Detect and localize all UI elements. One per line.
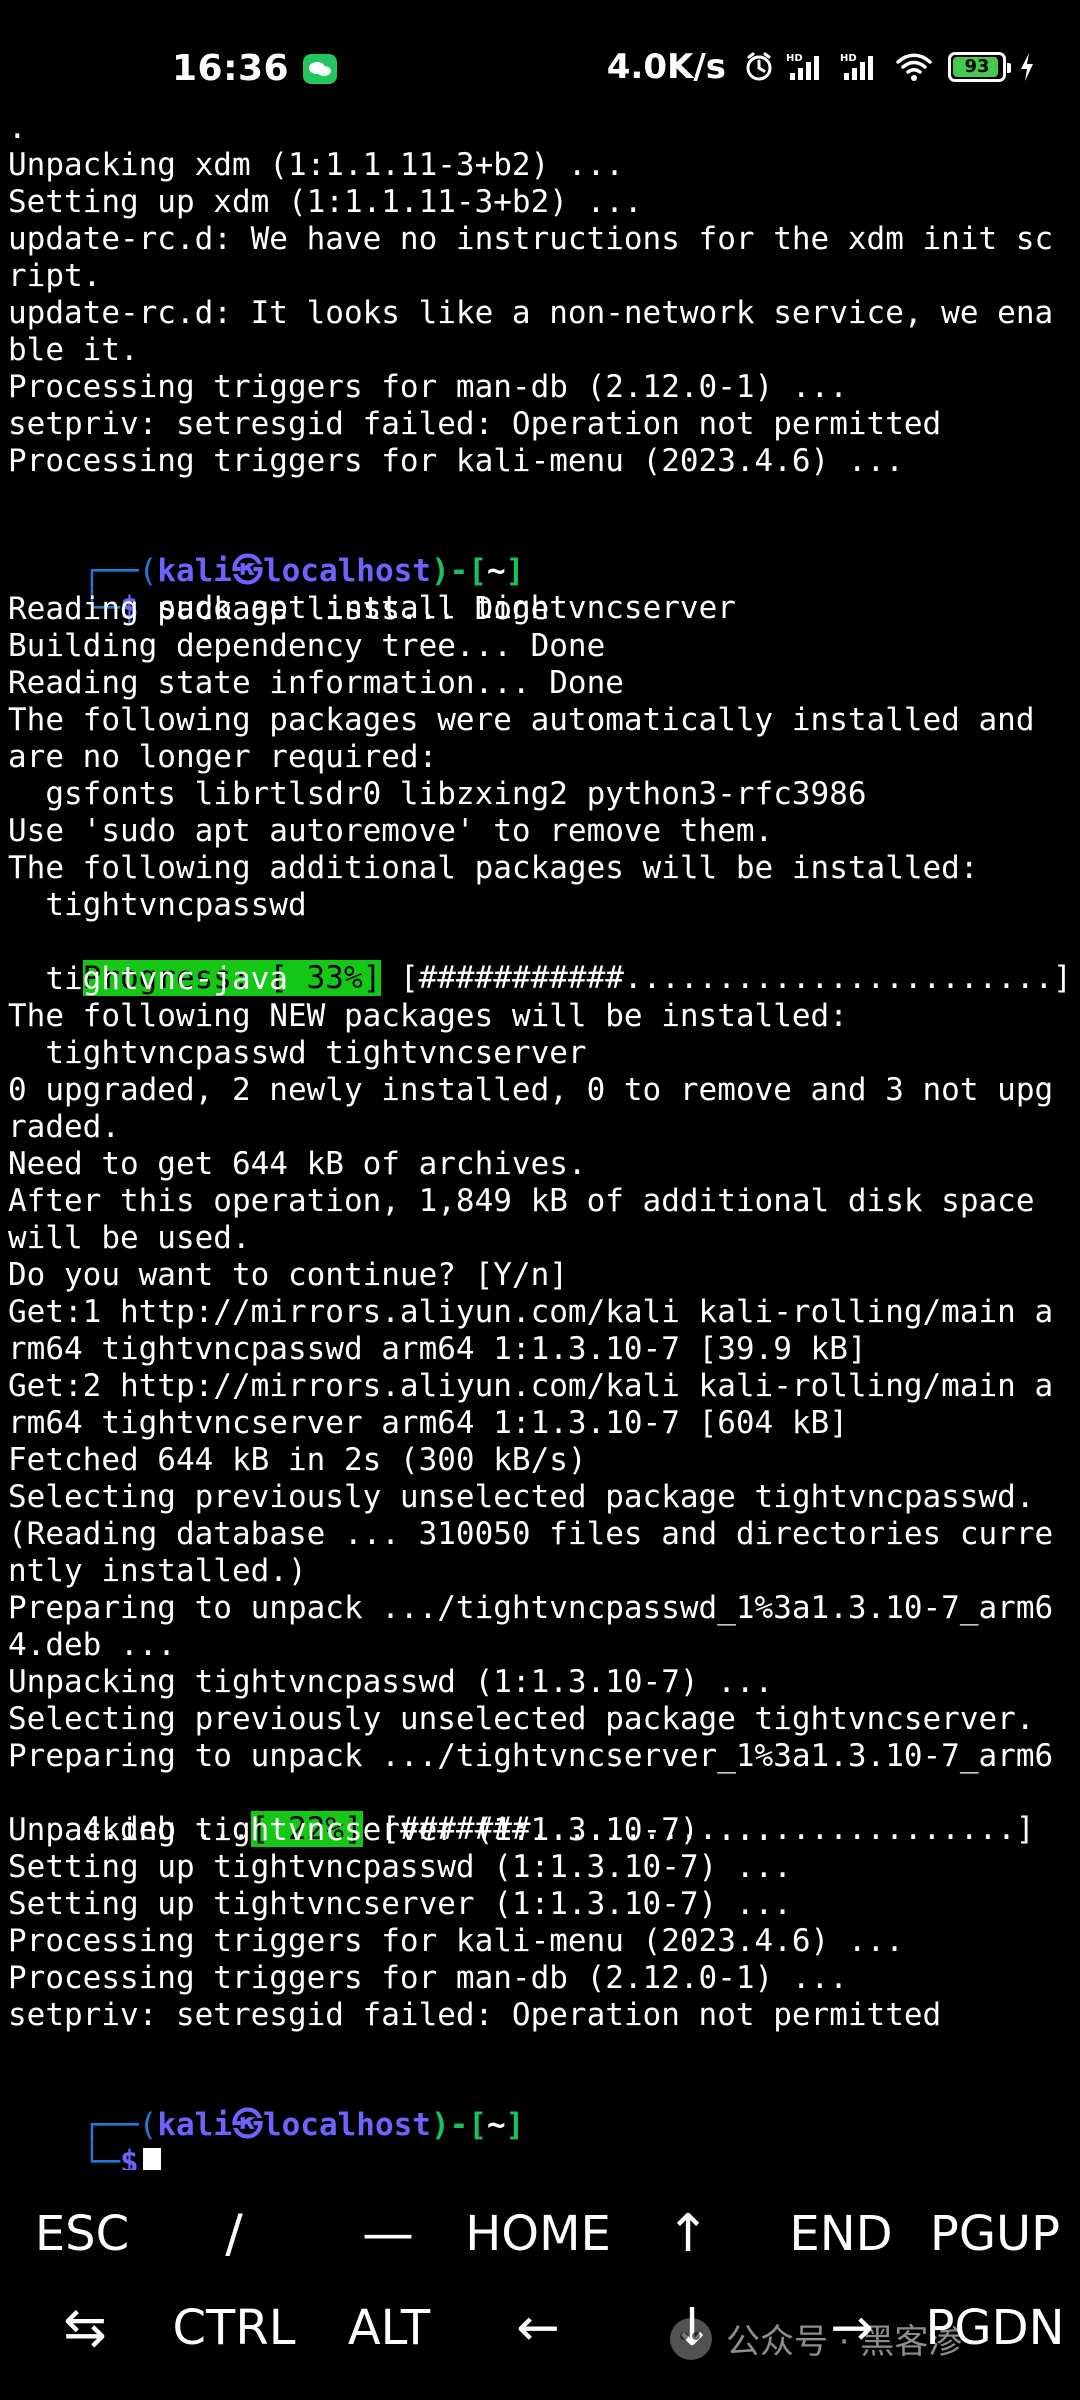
prompt-line: ┌──(kali㉿localhost)-[~] [8,2071,525,2143]
terminal-line: tightvncpasswd tightvncserver [8,1035,587,1071]
arrow-up-key[interactable]: ↑ [648,2202,728,2266]
alarm-icon [746,52,772,81]
terminal-line: The following additional packages will b… [8,850,979,886]
terminal-line: are no longer required: [8,739,438,775]
terminal-line: gsfonts librtlsdr0 libzxing2 python3-rfc… [8,776,867,812]
terminal-line: Setting up xdm (1:1.1.11-3+b2) ... [8,184,643,220]
terminal-line: Reading state information... Done [8,665,624,701]
wechat-icon [303,53,338,84]
status-bar: 16:36 4.0K/s HD HD 93 [0,0,1080,118]
esc-key[interactable]: ESC [22,2202,142,2266]
signal-hd-icon: HD [840,53,873,80]
command-line: └─$ sudo apt install tightvncserver [8,554,736,626]
ctrl-key[interactable]: CTRL [164,2296,304,2360]
terminal-line: After this operation, 1,849 kB of additi… [8,1183,1035,1219]
arrow-right-key[interactable]: → [812,2296,892,2360]
terminal-line: Get:2 http://mirrors.aliyun.com/kali kal… [8,1368,1054,1404]
terminal-line: raded. [8,1109,120,1145]
terminal-line: tightvnc-java [8,961,288,997]
terminal-line: Unpacking tightvncserver (1:1.3.10-7) ..… [8,1812,774,1848]
pgup-key[interactable]: PGUP [920,2202,1070,2266]
battery-icon: 93 [948,52,1011,82]
alt-key[interactable]: ALT [334,2296,444,2360]
terminal-line: Unpacking xdm (1:1.1.11-3+b2) ... [8,147,624,183]
prompt-dollar: $ [119,2144,139,2170]
text-cursor[interactable] [142,2147,161,2170]
terminal-line: Processing triggers for man-db (2.12.0-1… [8,1960,848,1996]
wifi-icon [896,53,932,81]
prompt-line: ┌──(kali㉿localhost)-[~] [8,517,525,589]
terminal-line: Unpacking tightvncpasswd (1:1.3.10-7) ..… [8,1664,774,1700]
status-time: 16:36 [172,48,290,89]
dash-key[interactable]: — [340,2202,436,2266]
end-key[interactable]: END [776,2202,906,2266]
terminal-output[interactable]: . Unpacking xdm (1:1.1.11-3+b2) ... Sett… [8,110,1072,2170]
prompt-bracket: )-[ [430,2107,487,2143]
terminal-line: (Reading database ... 310050 files and d… [8,1516,1054,1552]
terminal-line: Processing triggers for kali-menu (2023.… [8,443,904,479]
arrow-down-key[interactable]: ↓ [652,2296,732,2360]
terminal-line: ript. [8,258,102,294]
terminal-line: ntly installed.) [8,1553,307,1589]
terminal-line: Processing triggers for man-db (2.12.0-1… [8,369,848,405]
prompt-user: kali㉿localhost [157,2107,431,2143]
terminal-line: The following NEW packages will be insta… [8,998,848,1034]
status-left: 16:36 [172,48,338,89]
terminal-line: Preparing to unpack .../tightvncpasswd_1… [8,1590,1054,1626]
terminal-line: Building dependency tree... Done [8,628,606,664]
svg-text:HD: HD [786,53,803,64]
terminal-line: update-rc.d: It looks like a non-network… [8,295,1054,331]
home-key[interactable]: HOME [458,2202,618,2266]
status-right: 4.0K/s HD HD 93 [607,47,1036,87]
progress-line: Progress: [ 33%] [###########...........… [8,924,1072,996]
active-command-line[interactable]: └─$ [8,2108,161,2170]
charging-icon [1021,53,1033,81]
slash-key[interactable]: / [194,2202,274,2266]
battery-level: 93 [964,56,990,77]
terminal-line: Setting up tightvncpasswd (1:1.3.10-7) .… [8,1849,792,1885]
terminal-line: Use 'sudo apt autoremove' to remove them… [8,813,774,849]
terminal-line: will be used. [8,1220,251,1256]
terminal-line: . [8,110,27,146]
terminal-line: Fetched 644 kB in 2s (300 kB/s) [8,1442,587,1478]
tab-key[interactable]: ⇆ [40,2296,130,2360]
terminal-line: The following packages were automaticall… [8,702,1035,738]
terminal-line: Do you want to continue? [Y/n] [8,1257,568,1293]
progress-bar-text: [###########.......................] [381,960,1072,996]
terminal-line: Setting up tightvncserver (1:1.3.10-7) .… [8,1886,792,1922]
terminal-line: Reading package lists... Done [8,591,550,627]
pgdn-key[interactable]: PGDN [920,2296,1070,2360]
prompt-bracket-end: ] [505,2107,525,2143]
terminal-line: tightvncpasswd [8,887,307,923]
terminal-line: Processing triggers for kali-menu (2023.… [8,1923,904,1959]
svg-text:HD: HD [840,53,857,64]
terminal-line: 4.deb ... [8,1627,176,1663]
terminal-line: ble it. [8,332,139,368]
terminal-line: setpriv: setresgid failed: Operation not… [8,406,942,442]
terminal-line: Selecting previously unselected package … [8,1701,1035,1737]
terminal-line: Need to get 644 kB of archives. [8,1146,587,1182]
terminal-line: Preparing to unpack .../tightvncserver_1… [8,1738,1054,1774]
terminal-line: Selecting previously unselected package … [8,1479,1035,1515]
terminal-line: Get:1 http://mirrors.aliyun.com/kali kal… [8,1294,1054,1330]
progress-line: 4.deb ...[ 22%] [#######................… [8,1775,1035,1847]
terminal-line: rm64 tightvncserver arm64 1:1.3.10-7 [60… [8,1405,848,1441]
network-speed: 4.0K/s [606,47,726,87]
extra-keys-bar: ESC / — HOME ↑ END PGUP ⇆ CTRL ALT ← ↓ →… [0,2178,1080,2400]
arrow-left-key[interactable]: ← [498,2296,578,2360]
terminal-line: rm64 tightvncpasswd arm64 1:1.3.10-7 [39… [8,1331,867,1367]
terminal-line: setpriv: setresgid failed: Operation not… [8,1997,942,2033]
terminal-line: 0 upgraded, 2 newly installed, 0 to remo… [8,1072,1054,1108]
terminal-line: update-rc.d: We have no instructions for… [8,221,1054,257]
prompt-path: ~ [486,2107,506,2143]
prompt-box-bottom: └─ [82,2144,120,2170]
signal-hd-icon: HD [786,53,819,80]
